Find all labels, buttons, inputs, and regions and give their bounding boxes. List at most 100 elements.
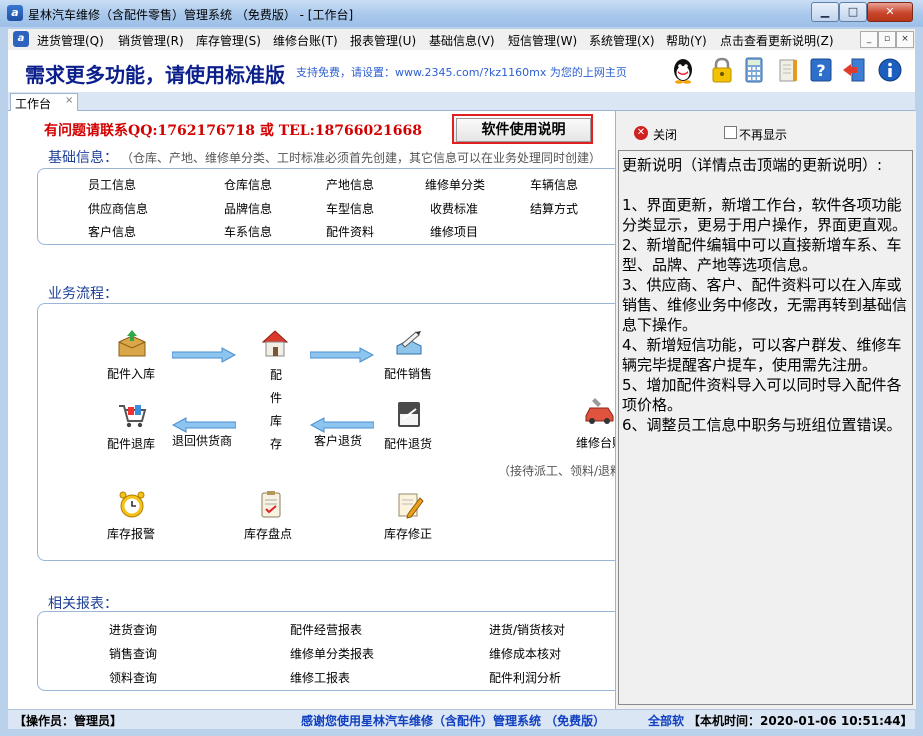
link-repair-order-category[interactable]: 维修单分类	[425, 176, 485, 193]
link-sales-query[interactable]: 销售查询	[109, 645, 157, 662]
minimize-button[interactable]: ▁	[811, 2, 839, 22]
parts-return-notebook-icon[interactable]	[392, 398, 426, 432]
parts-stock-char: 配	[269, 368, 282, 382]
update-notes-text: 更新说明（详情点击顶端的更新说明）: 1、界面更新，新增工作台，软件各项功能分类…	[622, 156, 908, 434]
banner-toolbar: 需求更多功能，请使用标准版 支持免费，请设置：www.2345.com/?kz1…	[8, 50, 915, 92]
operator-status: 【操作员：管理员】	[14, 714, 123, 728]
link-model-info[interactable]: 车型信息	[326, 200, 374, 217]
link-purchase-query[interactable]: 进货查询	[109, 621, 157, 638]
link-settlement-method[interactable]: 结算方式	[530, 200, 578, 217]
no-show-label[interactable]: 不再显示	[739, 126, 787, 143]
mdi-restore-button[interactable]: ▫	[878, 31, 896, 48]
link-repair-category-report[interactable]: 维修单分类报表	[290, 645, 374, 662]
document-tab-strip: 工作台 ×	[8, 92, 915, 111]
tab-close-icon[interactable]: ×	[65, 95, 73, 106]
flow-arrow-left-icon	[172, 417, 236, 433]
customer-return-label[interactable]: 客户退货	[314, 432, 362, 449]
lock-icon[interactable]	[708, 56, 736, 84]
parts-return-label[interactable]: 配件退货	[384, 435, 432, 452]
mdi-minimize-button[interactable]: _	[860, 31, 878, 48]
menu-purchase[interactable]: 进货管理(Q)	[37, 32, 104, 49]
link-brand-info[interactable]: 品牌信息	[224, 200, 272, 217]
menu-sms[interactable]: 短信管理(W)	[508, 32, 577, 49]
brand-status: 全部软	[648, 714, 685, 728]
contact-info: 有问题请联系QQ:1762176718 或 TEL:18766021668	[44, 123, 422, 139]
flow-arrow-left-icon	[310, 417, 374, 433]
parts-return-stock-label[interactable]: 配件退库	[107, 435, 155, 452]
window-title: 星林汽车维修（含配件零售）管理系统 （免费版） - [工作台]	[28, 8, 354, 22]
tab-workbench-label: 工作台	[15, 97, 52, 111]
link-parts-profit-analysis[interactable]: 配件利润分析	[489, 669, 561, 686]
repair-ledger-car-icon[interactable]	[583, 394, 617, 428]
update-notes-panel: ✕ 关闭 不再显示 更新说明（详情点击顶端的更新说明）: 1、界面更新，新增工作…	[615, 111, 916, 709]
stock-alarm-label[interactable]: 库存报警	[107, 525, 155, 542]
homepage-promo-text[interactable]: 支持免费，请设置：www.2345.com/?kz1160mx 为您的上网主页	[296, 64, 627, 80]
repair-ledger-note: （接待派工、领料/退料	[498, 464, 623, 478]
business-flow-panel: 配件入库 配 件 库 存 配件销售 配件退库 退回供货商 客户退货 配件退货 维…	[37, 303, 628, 561]
stock-adjust-pencil-icon[interactable]	[392, 488, 426, 522]
maximize-button[interactable]: □	[839, 2, 867, 22]
parts-inbound-label[interactable]: 配件入库	[107, 365, 155, 382]
menu-help[interactable]: 帮助(Y)	[666, 32, 707, 49]
close-window-button[interactable]: ✕	[867, 2, 913, 22]
menu-update-notes[interactable]: 点击查看更新说明(Z)	[720, 32, 834, 49]
stock-check-clipboard-icon[interactable]	[254, 488, 288, 522]
workbench-panel: 有问题请联系QQ:1762176718 或 TEL:18766021668 软件…	[8, 111, 628, 709]
link-supplier-info[interactable]: 供应商信息	[88, 200, 148, 217]
link-mechanic-report[interactable]: 维修工报表	[290, 669, 350, 686]
parts-stock-char: 存	[269, 437, 282, 451]
link-series-info[interactable]: 车系信息	[224, 223, 272, 240]
parts-return-cart-icon[interactable]	[115, 398, 149, 432]
parts-inbound-icon[interactable]	[115, 328, 149, 362]
link-repair-items[interactable]: 维修项目	[430, 223, 478, 240]
tab-workbench[interactable]: 工作台 ×	[10, 93, 78, 111]
stock-alarm-clock-icon[interactable]	[115, 488, 149, 522]
update-notes-textbox[interactable]: 更新说明（详情点击顶端的更新说明）: 1、界面更新，新增工作台，软件各项功能分类…	[618, 150, 913, 705]
return-to-supplier-label[interactable]: 退回供货商	[172, 432, 232, 449]
parts-sales-icon[interactable]	[392, 326, 426, 360]
basic-info-panel: 员工信息 仓库信息 产地信息 维修单分类 车辆信息 供应商信息 品牌信息 车型信…	[37, 168, 628, 245]
mdi-close-button[interactable]: ×	[896, 31, 914, 48]
menu-sales[interactable]: 销货管理(R)	[118, 32, 184, 49]
basic-info-note: （仓库、产地、维修单分类、工时标准必须首先创建，其它信息可以在业务处理同时创建）	[121, 151, 602, 165]
close-icon[interactable]: ✕	[634, 126, 648, 140]
stock-check-label[interactable]: 库存盘点	[244, 525, 292, 542]
link-employee-info[interactable]: 员工信息	[88, 176, 136, 193]
link-vehicle-info[interactable]: 车辆信息	[530, 176, 578, 193]
menu-reports[interactable]: 报表管理(U)	[350, 32, 416, 49]
link-material-query[interactable]: 领料查询	[109, 669, 157, 686]
parts-stock-house-icon[interactable]	[258, 326, 292, 360]
software-manual-button[interactable]: 软件使用说明	[452, 114, 593, 144]
link-warehouse-info[interactable]: 仓库信息	[224, 176, 272, 193]
link-fee-standard[interactable]: 收费标准	[430, 200, 478, 217]
flow-arrow-right-icon	[172, 347, 236, 363]
exit-icon[interactable]	[840, 56, 868, 84]
app-logo-icon: a	[7, 5, 23, 21]
link-parts-business-report[interactable]: 配件经营报表	[290, 621, 362, 638]
link-origin-info[interactable]: 产地信息	[326, 176, 374, 193]
menu-system[interactable]: 系统管理(X)	[589, 32, 655, 49]
flow-arrow-right-icon	[310, 347, 374, 363]
stock-adjust-label[interactable]: 库存修正	[384, 525, 432, 542]
thanks-status: 感谢您使用星林汽车维修（含配件）管理系统 （免费版）	[301, 714, 606, 728]
close-panel-button[interactable]: 关闭	[653, 126, 677, 143]
help-icon[interactable]: ?	[807, 56, 835, 84]
menu-inventory[interactable]: 库存管理(S)	[196, 32, 261, 49]
qq-icon[interactable]	[669, 56, 697, 84]
link-parts-data[interactable]: 配件资料	[326, 223, 374, 240]
title-bar[interactable]: a 星林汽车维修（含配件零售）管理系统 （免费版） - [工作台] ▁ □ ✕	[0, 0, 923, 27]
link-purchase-sales-reconcile[interactable]: 进货/销货核对	[489, 621, 565, 638]
info-icon[interactable]	[876, 56, 904, 84]
parts-stock-label[interactable]: 配 件 库 存	[266, 364, 286, 456]
menu-bar: a 进货管理(Q) 销货管理(R) 库存管理(S) 维修台账(T) 报表管理(U…	[8, 29, 915, 51]
link-customer-info[interactable]: 客户信息	[88, 223, 136, 240]
menu-repair-ledger[interactable]: 维修台账(T)	[273, 32, 338, 49]
calculator-icon[interactable]	[740, 56, 768, 84]
mdi-app-icon[interactable]: a	[13, 31, 29, 47]
parts-sales-label[interactable]: 配件销售	[384, 365, 432, 382]
menu-basic-info[interactable]: 基础信息(V)	[429, 32, 495, 49]
no-show-checkbox[interactable]	[724, 126, 737, 139]
software-manual-label: 软件使用说明	[456, 118, 591, 142]
link-repair-cost-reconcile[interactable]: 维修成本核对	[489, 645, 561, 662]
notebook-icon[interactable]	[774, 56, 802, 84]
